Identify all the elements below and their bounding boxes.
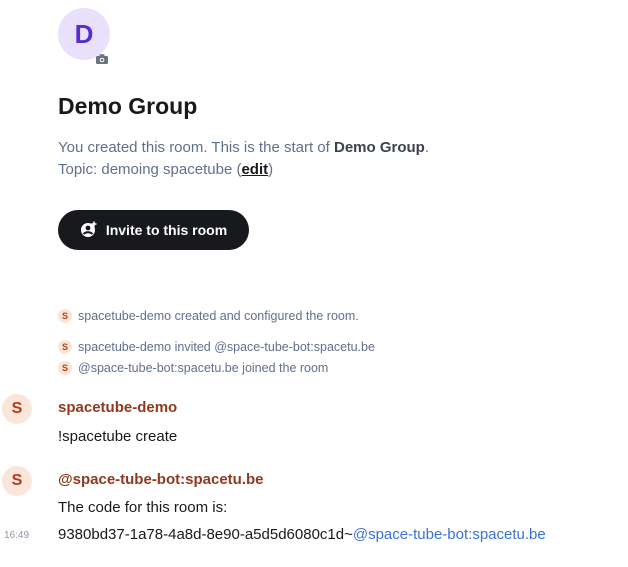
message-body: The code for this room is: bbox=[58, 499, 228, 516]
event-item: S spacetube-demo created and configured … bbox=[58, 309, 359, 323]
avatar[interactable]: S bbox=[58, 309, 72, 323]
event-text: spacetube-demo created and configured th… bbox=[78, 309, 359, 323]
topic-line: Topic: demoing spacetube (edit) bbox=[58, 161, 274, 178]
invite-to-room-button[interactable]: Invite to this room bbox=[58, 210, 249, 250]
avatar[interactable]: S bbox=[2, 466, 32, 496]
invite-button-label: Invite to this room bbox=[105, 222, 228, 238]
event-item: S @space-tube-bot:spacetu.be joined the … bbox=[58, 361, 328, 375]
room-avatar-container[interactable]: D bbox=[58, 8, 110, 64]
message-code-line: 9380bd37-1a78-4a8d-8e90-a5d5d6080c1d~@sp… bbox=[58, 526, 546, 543]
room-intro: You created this room. This is the start… bbox=[58, 137, 429, 181]
event-text: @space-tube-bot:spacetu.be joined the ro… bbox=[78, 361, 329, 375]
room-code: 9380bd37-1a78-4a8d-8e90-a5d5d6080c1d~ bbox=[58, 526, 353, 543]
intro-room-name: Demo Group bbox=[333, 139, 425, 156]
message-body: !spacetube create bbox=[58, 428, 178, 445]
sender-name[interactable]: spacetube-demo bbox=[58, 399, 177, 416]
avatar[interactable]: S bbox=[58, 361, 72, 375]
avatar[interactable]: S bbox=[58, 340, 72, 354]
event-item: S spacetube-demo invited @space-tube-bot… bbox=[58, 340, 375, 354]
topic-edit-link[interactable]: edit bbox=[241, 161, 268, 178]
user-mention-pill[interactable]: @space-tube-bot:spacetu.be bbox=[353, 526, 546, 543]
camera-icon[interactable] bbox=[94, 52, 110, 66]
created-line: You created this room. This is the start… bbox=[58, 139, 429, 156]
event-text: spacetube-demo invited @space-tube-bot:s… bbox=[78, 340, 375, 354]
add-user-icon bbox=[80, 220, 98, 241]
avatar[interactable]: S bbox=[2, 394, 32, 424]
sender-name[interactable]: @space-tube-bot:spacetu.be bbox=[58, 471, 264, 488]
message-timestamp[interactable]: 16:49 bbox=[4, 530, 29, 541]
room-name: Demo Group bbox=[58, 93, 198, 119]
